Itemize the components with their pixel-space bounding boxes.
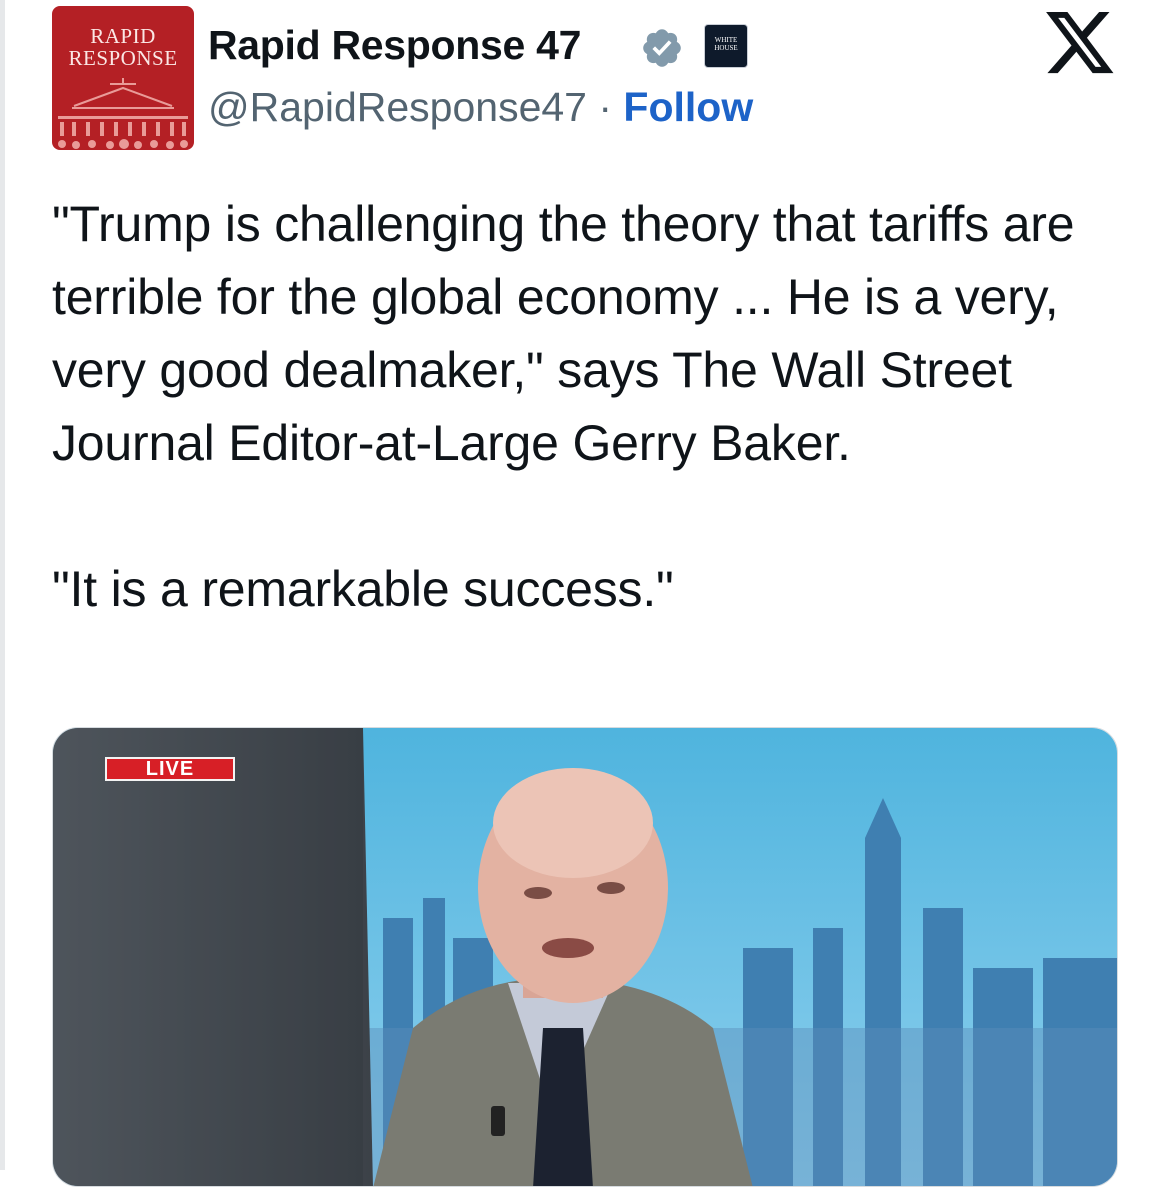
badge-line1: WHITE bbox=[714, 36, 738, 44]
handle[interactable]: @RapidResponse47 bbox=[208, 84, 587, 130]
handle-row: @RapidResponse47 · Follow bbox=[208, 84, 753, 131]
display-name[interactable]: Rapid Response 47 bbox=[208, 22, 581, 69]
verified-badge-icon bbox=[643, 29, 681, 67]
separator: · bbox=[586, 84, 624, 130]
x-logo-icon[interactable] bbox=[1046, 12, 1116, 76]
avatar[interactable]: RAPID RESPONSE bbox=[52, 6, 194, 150]
video-frame-image bbox=[53, 728, 1117, 1186]
badge-line2: HOUSE bbox=[714, 44, 738, 52]
video-thumbnail[interactable]: LIVE bbox=[52, 727, 1118, 1187]
tweet-paragraph-2: "It is a remarkable success." bbox=[52, 561, 674, 617]
follow-button[interactable]: Follow bbox=[623, 84, 753, 130]
live-badge: LIVE bbox=[105, 757, 235, 781]
left-divider bbox=[0, 0, 5, 1170]
white-house-illustration bbox=[58, 78, 188, 149]
tweet-text: "Trump is challenging the theory that ta… bbox=[52, 188, 1137, 626]
avatar-text-line2: RESPONSE bbox=[68, 46, 178, 70]
tweet-paragraph-1: "Trump is challenging the theory that ta… bbox=[52, 196, 1075, 471]
white-house-affiliation-badge[interactable]: WHITE HOUSE bbox=[704, 24, 748, 68]
